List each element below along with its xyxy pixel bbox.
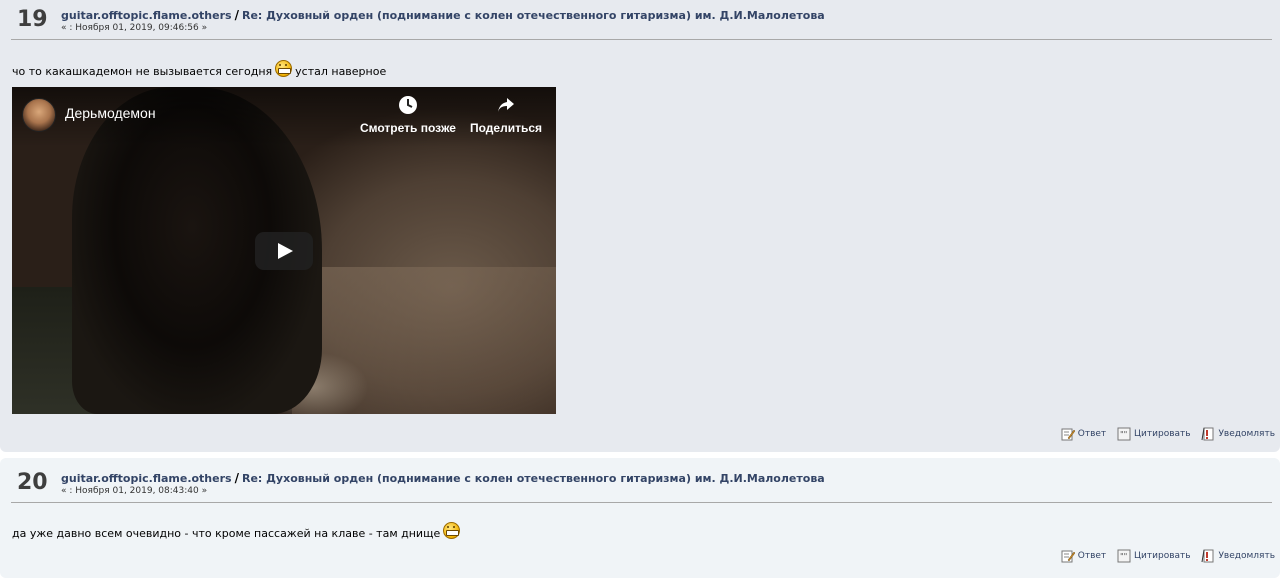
subject-separator: /: [234, 471, 239, 485]
subject-separator: /: [234, 8, 239, 22]
reply-button[interactable]: Ответ: [1061, 549, 1106, 563]
svg-text:"": "": [1120, 552, 1127, 561]
post-text: да уже давно всем очевидно - что кроме п…: [12, 527, 441, 540]
date-suffix: »: [201, 23, 208, 33]
date-value: Ноября 01, 2019, 09:46:56: [75, 23, 199, 33]
notify-button[interactable]: Уведомлять: [1201, 549, 1275, 563]
notify-label: Уведомлять: [1218, 551, 1275, 561]
topic-link[interactable]: Re: Духовный орден (поднимание с колен о…: [242, 9, 825, 22]
grin-smiley-icon: [443, 522, 461, 539]
date-prefix: « :: [61, 23, 73, 33]
watch-later-button[interactable]: Смотреть позже: [360, 95, 456, 135]
post-body: чо то какашкадемон не вызывается сегодня…: [12, 60, 386, 78]
post-20: 20 guitar.offtopic.flame.others / Re: Духо…: [0, 458, 1280, 578]
reply-label: Ответ: [1077, 429, 1107, 439]
reply-icon: [1061, 550, 1075, 563]
share-button[interactable]: Поделиться: [470, 95, 542, 135]
date-prefix: « :: [61, 486, 73, 496]
post-text: чо то какашкадемон не вызывается сегодня: [12, 65, 273, 78]
clock-icon: [398, 96, 417, 114]
board-link[interactable]: guitar.offtopic.flame.others: [61, 472, 232, 485]
notify-icon: [1201, 549, 1214, 563]
channel-avatar[interactable]: [22, 98, 56, 132]
notify-label: Уведомлять: [1218, 429, 1275, 439]
post-19: 19 guitar.offtopic.flame.others / Re: Духо…: [0, 0, 1280, 452]
post-counter: 19: [17, 7, 48, 32]
date-value: Ноября 01, 2019, 08:43:40: [75, 486, 199, 496]
post-divider: [11, 39, 1272, 40]
notify-button[interactable]: Уведомлять: [1201, 427, 1275, 441]
share-label: Поделиться: [470, 121, 543, 135]
quote-label: Цитировать: [1134, 429, 1191, 439]
share-arrow-icon: [498, 98, 515, 112]
grin-smiley-icon: [275, 60, 293, 77]
quote-label: Цитировать: [1134, 551, 1191, 561]
date-suffix: »: [201, 486, 208, 496]
post-subject: guitar.offtopic.flame.others / Re: Духовны…: [61, 471, 825, 485]
youtube-video-embed[interactable]: Дерьмодемон Смотреть позже Поделиться: [12, 87, 556, 414]
post-date: « : Ноября 01, 2019, 09:46:56 »: [61, 23, 207, 33]
post-buttons: Ответ "" Цитировать Уведомлять: [1053, 549, 1275, 563]
play-icon[interactable]: [255, 232, 313, 270]
quote-button[interactable]: "" Цитировать: [1117, 549, 1191, 563]
topic-link[interactable]: Re: Духовный орден (поднимание с колен о…: [242, 472, 825, 485]
post-text-continued: устал наверное: [295, 65, 387, 78]
board-link[interactable]: guitar.offtopic.flame.others: [61, 9, 232, 22]
svg-text:"": "": [1120, 430, 1127, 439]
quote-icon: "": [1117, 549, 1131, 563]
post-counter: 20: [17, 470, 48, 495]
post-divider: [11, 502, 1272, 503]
reply-label: Ответ: [1077, 551, 1107, 561]
reply-icon: [1061, 428, 1075, 441]
notify-icon: [1201, 427, 1214, 441]
quote-icon: "": [1117, 427, 1131, 441]
watch-later-label: Смотреть позже: [360, 121, 456, 135]
quote-button[interactable]: "" Цитировать: [1117, 427, 1191, 441]
video-frame-floor: [292, 267, 556, 414]
post-body: да уже давно всем очевидно - что кроме п…: [12, 522, 463, 540]
reply-button[interactable]: Ответ: [1061, 427, 1106, 441]
video-title[interactable]: Дерьмодемон: [65, 105, 156, 121]
post-buttons: Ответ "" Цитировать Уведомлять: [1053, 427, 1275, 441]
post-date: « : Ноября 01, 2019, 08:43:40 »: [61, 486, 207, 496]
post-subject: guitar.offtopic.flame.others / Re: Духовны…: [61, 8, 825, 22]
